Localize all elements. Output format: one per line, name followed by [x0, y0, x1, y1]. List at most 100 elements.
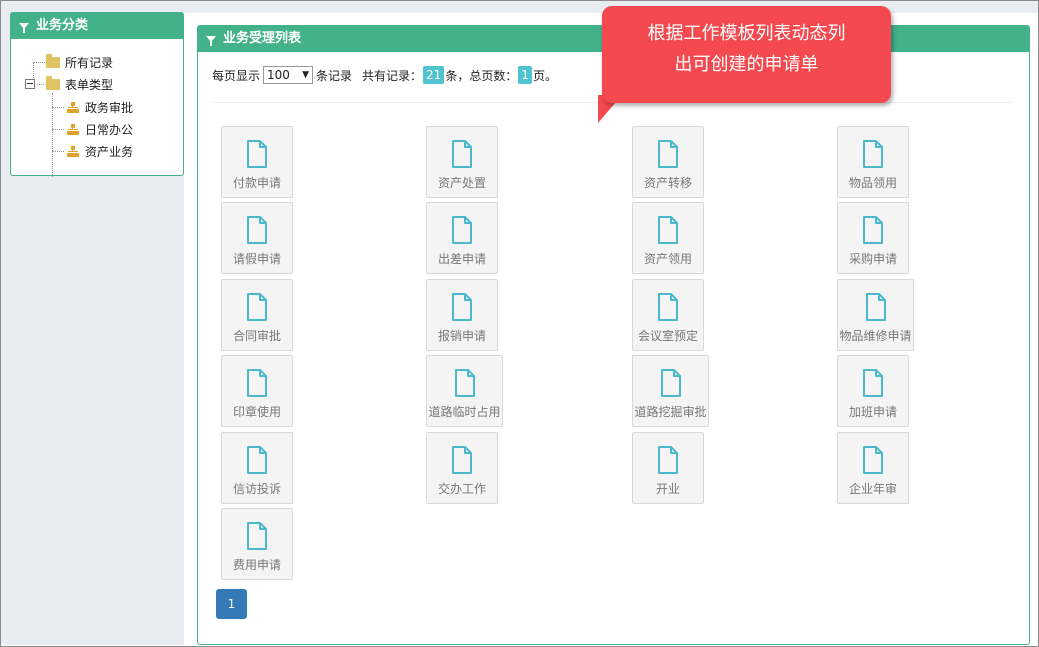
document-icon [660, 369, 681, 397]
tree-item-label: 所有记录 [65, 55, 114, 70]
form-tile-label: 采购申请 [848, 252, 897, 266]
tree-item-label: 表单类型 [65, 77, 114, 92]
document-icon [865, 293, 886, 321]
document-icon [247, 369, 267, 397]
form-tile[interactable]: 物品领用 [837, 126, 909, 198]
form-tile-label: 资产转移 [643, 176, 692, 190]
form-tile-label: 付款申请 [232, 176, 281, 190]
total-records-label: 共有记录： [362, 68, 423, 83]
form-tile[interactable]: 费用申请 [221, 508, 293, 580]
pagination-page-1[interactable]: 1 [216, 589, 247, 619]
tree-item-all-records[interactable]: 所有记录 [46, 53, 113, 71]
funnel-icon [19, 23, 29, 33]
form-tile-label: 信访投诉 [232, 482, 281, 496]
form-tile-label: 印章使用 [232, 405, 281, 419]
document-icon [863, 140, 883, 168]
document-icon [452, 140, 472, 168]
category-panel-header: 业务分类 [11, 13, 183, 39]
document-icon [452, 446, 472, 474]
form-tile[interactable]: 付款申请 [221, 126, 293, 198]
form-tile[interactable]: 道路临时占用 [426, 355, 503, 427]
total-records-badge: 21 [423, 66, 445, 84]
page-size-select[interactable]: 100 ▼ [263, 66, 314, 84]
form-tile-label: 交办工作 [437, 482, 486, 496]
document-icon [247, 293, 267, 321]
document-icon [863, 369, 883, 397]
page-size-label: 每页显示 [212, 68, 261, 83]
list-controls: 每页显示 100 ▼ 条记录 共有记录： 21 条，总页数： 1 页。 [212, 66, 557, 84]
form-tile[interactable]: 印章使用 [221, 355, 293, 427]
form-tile-label: 开业 [655, 482, 680, 496]
form-tile-label: 加班申请 [848, 405, 897, 419]
form-tile-label: 合同审批 [232, 329, 281, 343]
tree-item-label: 政务审批 [85, 100, 134, 115]
document-icon [247, 522, 267, 550]
form-tile[interactable]: 资产处置 [426, 126, 498, 198]
callout-line-2: 出可创建的申请单 [674, 54, 819, 75]
form-tile[interactable]: 出差申请 [426, 202, 498, 274]
form-tile[interactable]: 加班申请 [837, 355, 909, 427]
document-icon [247, 446, 267, 474]
form-tile[interactable]: 资产转移 [632, 126, 704, 198]
form-tile-label: 道路挖掘审批 [634, 405, 707, 419]
form-tile[interactable]: 请假申请 [221, 202, 293, 274]
form-tile-label: 出差申请 [437, 252, 486, 266]
funnel-icon [206, 36, 216, 46]
total-pages-label: 条，总页数： [445, 68, 518, 83]
form-tile-label: 资产处置 [437, 176, 486, 190]
document-icon [658, 140, 678, 168]
form-tile[interactable]: 企业年审 [837, 432, 909, 504]
org-chart-icon [67, 145, 79, 157]
chevron-down-icon: ▼ [302, 70, 310, 80]
document-icon [658, 293, 678, 321]
document-icon [863, 446, 883, 474]
document-icon [863, 216, 883, 244]
form-tile-label: 物品维修申请 [839, 329, 912, 343]
tree-item-label: 日常办公 [85, 122, 134, 137]
document-icon [658, 216, 678, 244]
pages-suffix: 页。 [532, 68, 557, 83]
form-tile-label: 物品领用 [848, 176, 897, 190]
document-icon [247, 140, 267, 168]
org-chart-icon [67, 101, 79, 113]
document-icon [452, 293, 472, 321]
form-tile[interactable]: 开业 [632, 432, 704, 504]
category-panel: 业务分类 所有记录 表单类型 政务审批 日常办公 资产业务 [10, 12, 184, 177]
form-tile[interactable]: 合同审批 [221, 279, 293, 351]
form-tile-label: 企业年审 [848, 482, 897, 496]
folder-icon [46, 53, 60, 68]
category-panel-title: 业务分类 [36, 18, 89, 33]
form-tile-label: 报销申请 [437, 329, 486, 343]
form-tile[interactable]: 物品维修申请 [837, 279, 914, 351]
form-tile-label: 道路临时占用 [428, 405, 501, 419]
page-size-value: 100 [267, 68, 290, 82]
org-chart-icon [67, 123, 79, 135]
form-tile[interactable]: 采购申请 [837, 202, 909, 274]
form-tile-label: 会议室预定 [637, 329, 698, 343]
folder-icon [46, 75, 60, 90]
form-tile-label: 费用申请 [232, 558, 281, 572]
tree-item-form-types[interactable]: 表单类型 [25, 75, 113, 93]
collapse-icon[interactable] [25, 79, 35, 89]
document-icon [247, 216, 267, 244]
form-tile[interactable]: 报销申请 [426, 279, 498, 351]
form-tile[interactable]: 资产领用 [632, 202, 704, 274]
annotation-callout: 根据工作模板列表动态列 出可创建的申请单 [602, 6, 891, 103]
document-icon [454, 369, 475, 397]
tree-item-label: 资产业务 [85, 144, 134, 159]
document-icon [452, 216, 472, 244]
tree-item-asset-business[interactable]: 资产业务 [67, 142, 133, 160]
document-icon [658, 446, 678, 474]
form-tile-label: 资产领用 [643, 252, 692, 266]
tree-item-daily-office[interactable]: 日常办公 [67, 120, 133, 138]
callout-line-1: 根据工作模板列表动态列 [647, 23, 846, 44]
form-tile[interactable]: 信访投诉 [221, 432, 293, 504]
business-list-title: 业务受理列表 [223, 31, 302, 46]
form-tile[interactable]: 交办工作 [426, 432, 498, 504]
form-tile[interactable]: 会议室预定 [632, 279, 704, 351]
records-suffix: 条记录 [316, 68, 353, 83]
tree-item-gov-approval[interactable]: 政务审批 [67, 98, 133, 116]
form-tile[interactable]: 道路挖掘审批 [632, 355, 709, 427]
form-tile-label: 请假申请 [232, 252, 281, 266]
total-pages-badge: 1 [518, 66, 532, 84]
